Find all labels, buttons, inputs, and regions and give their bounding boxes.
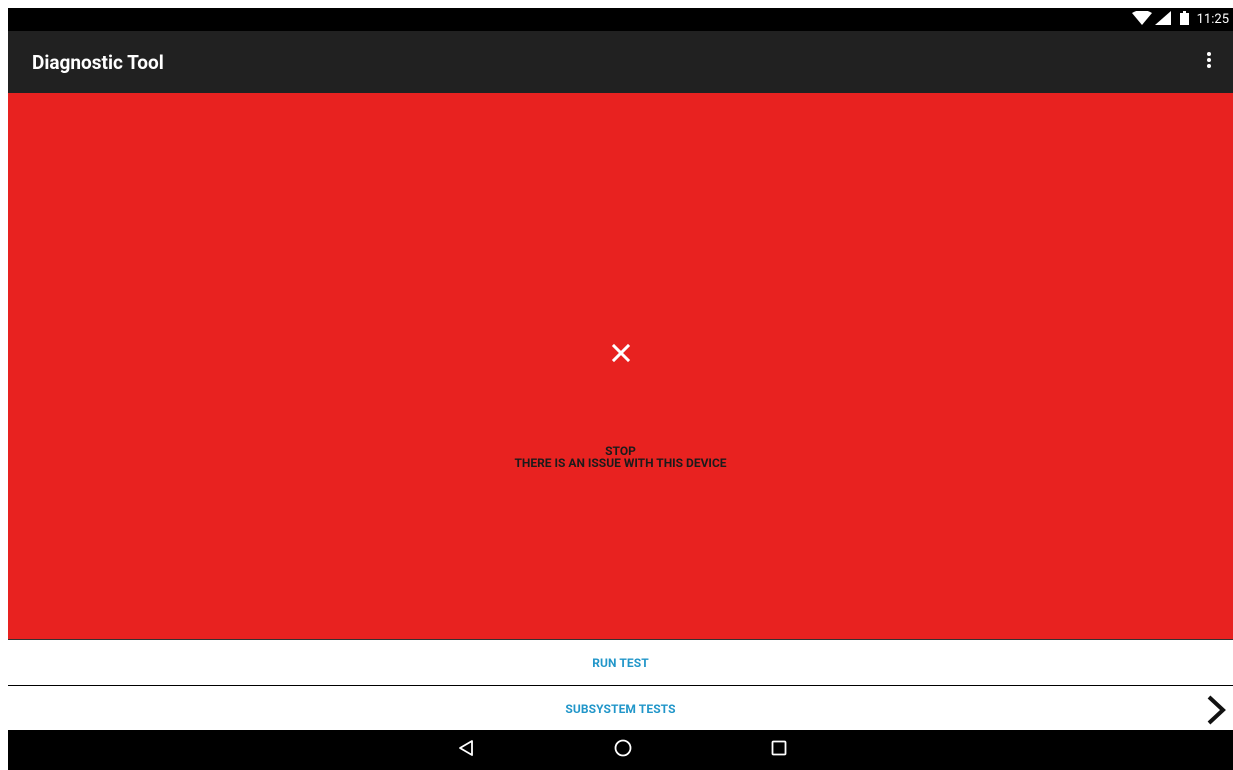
nav-back-button[interactable] bbox=[436, 730, 496, 770]
status-bar-right: 11:25 bbox=[1131, 8, 1229, 31]
cellular-signal-icon bbox=[1154, 10, 1171, 29]
navigation-bar bbox=[8, 730, 1233, 770]
overflow-menu-button[interactable] bbox=[1191, 31, 1227, 93]
nav-recents-button[interactable] bbox=[749, 730, 809, 770]
wifi-icon bbox=[1131, 9, 1152, 29]
status-icons bbox=[1131, 9, 1189, 29]
app-bar: Diagnostic Tool bbox=[8, 31, 1233, 93]
home-icon bbox=[614, 739, 632, 761]
nav-home-button[interactable] bbox=[593, 730, 653, 770]
status-bar: 11:25 bbox=[8, 8, 1233, 31]
result-message: STOP THERE IS AN ISSUE WITH THIS DEVICE bbox=[8, 445, 1233, 469]
battery-icon bbox=[1179, 10, 1189, 29]
run-test-label: RUN TEST bbox=[592, 656, 649, 670]
chevron-right-icon bbox=[1203, 695, 1229, 725]
close-x-icon bbox=[611, 343, 631, 363]
device-screen: 11:25 Diagnostic Tool STOP THERE IS AN I… bbox=[8, 8, 1233, 770]
app-title: Diagnostic Tool bbox=[32, 50, 164, 74]
more-vert-icon bbox=[1206, 51, 1212, 73]
status-time: 11:25 bbox=[1196, 12, 1229, 27]
subsystem-tests-label: SUBSYSTEM TESTS bbox=[565, 701, 676, 716]
result-panel: STOP THERE IS AN ISSUE WITH THIS DEVICE bbox=[8, 93, 1233, 639]
back-icon bbox=[458, 739, 474, 761]
recents-icon bbox=[771, 740, 787, 760]
run-test-button[interactable]: RUN TEST bbox=[8, 639, 1233, 686]
subsystem-tests-button[interactable]: SUBSYSTEM TESTS bbox=[8, 685, 1233, 731]
result-message-detail: THERE IS AN ISSUE WITH THIS DEVICE bbox=[514, 456, 727, 470]
